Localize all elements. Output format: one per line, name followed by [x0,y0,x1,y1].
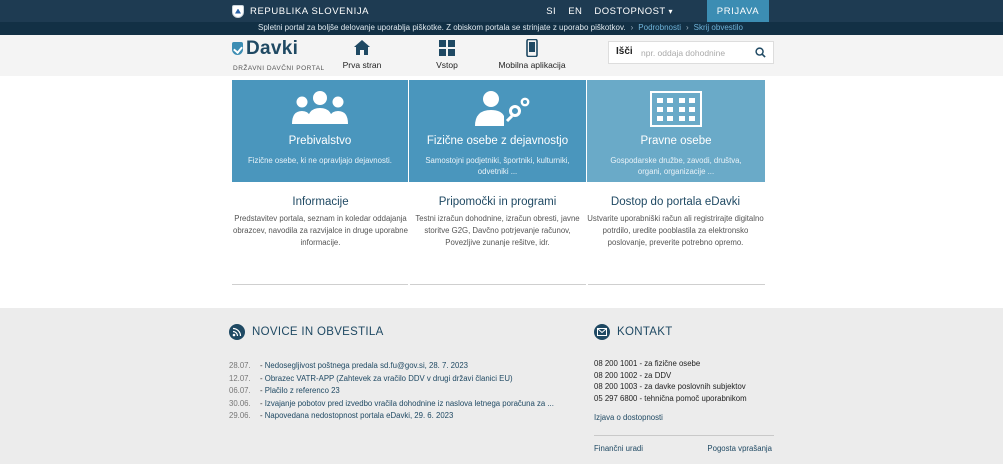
cookie-notice: Spletni portal za boljše delovanje upora… [0,22,1003,35]
contact-list: 08 200 1001 - za fizične osebe 08 200 10… [594,359,774,422]
tile-self-employed[interactable]: Fizične osebe z dejavnostjo Samostojni p… [409,80,586,182]
lang-en-link[interactable]: EN [568,6,582,17]
tile-residents-title: Prebivalstvo [288,135,352,147]
info-block-information[interactable]: Informacije Predstavitev portala, seznam… [232,196,409,249]
news-title: NOVICE IN OBVESTILA [252,326,384,338]
people-group-icon [292,91,348,124]
cookie-details-link[interactable]: Podrobnosti [638,23,681,32]
lang-si-link[interactable]: SI [546,6,556,17]
info-block-edavki[interactable]: Dostop do portala eDavki Ustvarite upora… [587,196,764,249]
building-icon [650,91,702,127]
envelope-icon [594,324,610,340]
footer-links: Finančni uradi Pogosta vprašanja [594,444,772,453]
search-icon[interactable] [755,47,766,58]
info-information-title[interactable]: Informacije [232,196,409,208]
cookie-separator: › [685,23,689,32]
info-block-tools[interactable]: Pripomočki in programi Testni izračun do… [409,196,586,249]
info-tools-title[interactable]: Pripomočki in programi [409,196,586,208]
main-content: Prebivalstvo Fizične osebe, ki ne opravl… [0,76,1003,308]
top-bar: REPUBLIKA SLOVENIJA SI EN DOSTOPNOST PRI… [0,0,1003,22]
divider [410,284,586,285]
tile-legal-entities-desc: Gospodarske družbe, zavodi, društva, org… [610,156,742,176]
news-date: 12.07. [229,373,251,383]
accessibility-dropdown[interactable]: DOSTOPNOST [594,6,673,17]
republic-link[interactable]: REPUBLIKA SLOVENIJA [232,0,369,22]
tile-legal-entities[interactable]: Pravne osebe Gospodarske družbe, zavodi,… [587,80,765,182]
contact-header: KONTAKT [594,324,673,340]
news-link[interactable]: Izvajanje pobotov pred izvedbo vračila d… [265,399,554,408]
nav-entry-label: Vstop [436,60,458,70]
nav-entry[interactable]: Vstop [424,39,470,70]
nav-home-label: Prva stran [342,60,382,70]
contact-line: 05 297 6800 - tehnična pomoč uporabnikom [594,393,747,403]
grid-icon [439,40,455,56]
cookie-text: Spletni portal za boljše delovanje upora… [258,23,626,32]
davki-logo[interactable]: Davki DRŽAVNI DAVČNI PORTAL [232,38,325,73]
info-tools-desc: Testni izračun dohodnine, izračun obrest… [415,214,580,247]
tile-self-employed-title: Fizične osebe z dejavnostjo [426,135,569,147]
news-item[interactable]: 28.07. - Nedosegljivost poštnega predala … [229,361,569,374]
search-label: Išči [616,46,633,57]
cookie-hide-link[interactable]: Skrij obvestilo [694,23,743,32]
divider [594,435,774,436]
search-box: Išči [608,41,774,64]
news-date: 29.06. [229,411,251,420]
login-button[interactable]: PRIJAVA [707,0,769,22]
info-information-desc: Predstavitev portala, seznam in koledar … [233,214,408,247]
news-link[interactable]: Plačilo z referenco 23 [265,386,340,395]
person-gears-icon [475,91,530,126]
accessibility-statement-link[interactable]: Izjava o dostopnosti [594,413,774,422]
mobile-icon [526,39,538,57]
coat-of-arms-icon [232,4,244,18]
news-link[interactable]: Napovedana nedostopnost portala eDavki, … [265,411,454,420]
rss-icon [229,324,245,340]
tile-legal-entities-title: Pravne osebe [640,135,712,147]
info-edavki-desc: Ustvarite uporabniški račun ali registri… [587,214,764,247]
search-input[interactable] [641,45,751,61]
home-icon [354,40,370,55]
news-item[interactable]: 12.07. - Obrazec VATR-APP (Zahtevek za vr… [229,374,569,387]
news-date: 30.06. [229,398,251,408]
news-date: 06.07. [229,386,251,395]
tile-residents-desc: Fizične osebe, ki ne opravljajo dejavnos… [248,156,392,165]
divider [232,284,408,285]
tile-residents[interactable]: Prebivalstvo Fizične osebe, ki ne opravl… [232,80,408,182]
nav-mobile-label: Mobilna aplikacija [498,60,566,70]
news-list: 28.07. - Nedosegljivost poštnega predala … [229,361,569,424]
faq-link[interactable]: Pogosta vprašanja [707,444,772,453]
news-date: 28.07. [229,361,251,370]
news-link[interactable]: Nedosegljivost poštnega predala sd.fu@go… [265,361,468,370]
nav-home[interactable]: Prva stran [334,39,390,70]
contact-title: KONTAKT [617,326,673,338]
news-item[interactable]: 30.06. - Izvajanje pobotov pred izvedbo v… [229,399,569,412]
republic-label: REPUBLIKA SLOVENIJA [250,5,370,17]
info-edavki-title[interactable]: Dostop do portala eDavki [587,196,764,208]
contact-line: 08 200 1002 - za DDV [594,370,672,380]
cookie-separator: › [630,23,634,32]
logo-subtitle: DRŽAVNI DAVČNI PORTAL [233,65,325,72]
site-header: Davki DRŽAVNI DAVČNI PORTAL Prva stran V… [0,35,1003,76]
tile-self-employed-desc: Samostojni podjetniki, športniki, kultur… [425,156,570,176]
shield-check-icon [232,42,243,55]
news-link[interactable]: Obrazec VATR-APP (Zahtevek za vračilo DD… [265,374,513,383]
contact-line: 08 200 1003 - za davke poslovnih subjekt… [594,382,746,391]
divider [588,284,765,285]
news-item[interactable]: 29.06. - Napovedana nedostopnost portala … [229,411,569,424]
tax-offices-link[interactable]: Finančni uradi [594,444,643,453]
contact-line: 08 200 1001 - za fizične osebe [594,359,701,368]
logo-name: Davki [246,38,299,59]
lower-section: NOVICE IN OBVESTILA 28.07. - Nedosegljivo… [0,308,1003,464]
news-header: NOVICE IN OBVESTILA [229,324,384,340]
news-item[interactable]: 06.07. - Plačilo z referenco 23 [229,386,569,399]
nav-mobile-app[interactable]: Mobilna aplikacija [496,39,568,70]
